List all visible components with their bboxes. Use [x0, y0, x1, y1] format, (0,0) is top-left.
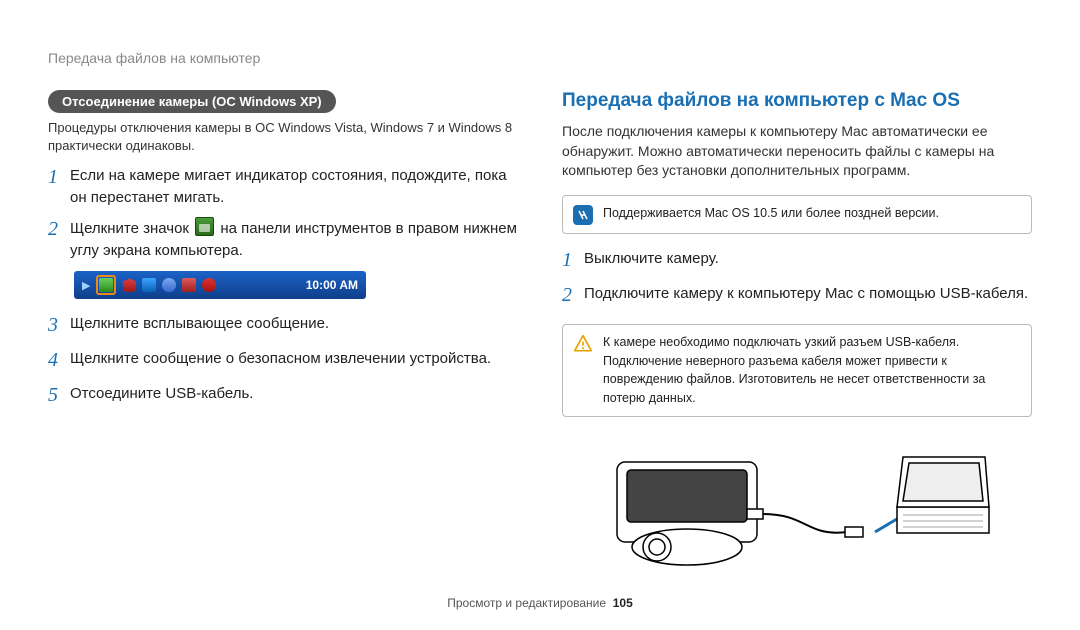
step-number: 5	[48, 381, 70, 410]
two-column-layout: Отсоединение камеры (ОС Windows XP) Проц…	[48, 90, 1032, 587]
step-text: Щелкните сообщение о безопасном извлечен…	[70, 348, 518, 370]
step-item: 4 Щелкните сообщение о безопасном извлеч…	[48, 348, 518, 375]
section-pill-windows: Отсоединение камеры (ОС Windows XP)	[48, 90, 336, 113]
tray-clock: 10:00 AM	[306, 278, 358, 292]
tray-expand-icon: ▶	[82, 279, 90, 292]
page-number: 105	[613, 596, 633, 610]
right-column: Передача файлов на компьютер с Mac OS По…	[562, 90, 1032, 587]
step-item: 1 Выключите камеру.	[562, 248, 1032, 275]
step-text: Подключите камеру к компьютеру Mac с пом…	[584, 283, 1032, 305]
info-note: Поддерживается Mac OS 10.5 или более поз…	[562, 195, 1032, 234]
step-text: Отсоедините USB-кабель.	[70, 383, 518, 405]
step-item: 5 Отсоедините USB-кабель.	[48, 383, 518, 410]
page-footer: Просмотр и редактирование 105	[0, 596, 1080, 610]
step-item: 3 Щелкните всплывающее сообщение.	[48, 313, 518, 340]
step-item: 1 Если на камере мигает индикатор состоя…	[48, 165, 518, 209]
status-tray-icon	[202, 278, 216, 292]
step-number: 2	[48, 215, 70, 244]
step-item: 2 Щелкните значок на панели инструментов…	[48, 217, 518, 262]
volume-icon	[182, 278, 196, 292]
tray-highlighted-icon	[96, 275, 116, 295]
network-icon	[162, 278, 176, 292]
step-number: 3	[48, 311, 70, 340]
usb-connection-diagram	[597, 437, 997, 587]
left-column: Отсоединение камеры (ОС Windows XP) Проц…	[48, 90, 518, 587]
mac-intro: После подключения камеры к компьютеру Ma…	[562, 122, 1032, 181]
windows-steps-cont: 3 Щелкните всплывающее сообщение. 4 Щелк…	[48, 313, 518, 410]
step-number: 4	[48, 346, 70, 375]
mac-heading: Передача файлов на компьютер с Mac OS	[562, 90, 1032, 112]
step-text: Выключите камеру.	[584, 248, 1032, 270]
windows-taskbar-tray: ▶ 10:00 AM	[74, 271, 366, 299]
warning-icon	[573, 334, 593, 354]
step-number: 1	[562, 246, 584, 275]
step-number: 1	[48, 163, 70, 192]
security-shield-icon	[122, 278, 136, 292]
step-text: Щелкните всплывающее сообщение.	[70, 313, 518, 335]
warning-note-text: К камере необходимо подключать узкий раз…	[603, 333, 1019, 408]
safely-remove-tray-icon	[99, 278, 113, 292]
windows-steps: 1 Если на камере мигает индикатор состоя…	[48, 165, 518, 261]
breadcrumb: Передача файлов на компьютер	[48, 50, 1032, 66]
warning-note: К камере необходимо подключать узкий раз…	[562, 324, 1032, 417]
step-number: 2	[562, 281, 584, 310]
footer-section: Просмотр и редактирование	[447, 596, 606, 610]
step-text: Если на камере мигает индикатор состояни…	[70, 165, 518, 209]
step-item: 2 Подключите камеру к компьютеру Mac с п…	[562, 283, 1032, 310]
safely-remove-icon	[195, 217, 214, 236]
info-note-text: Поддерживается Mac OS 10.5 или более поз…	[603, 204, 939, 223]
windows-subtext: Процедуры отключения камеры в ОС Windows…	[48, 119, 518, 155]
manual-page: Передача файлов на компьютер Отсоединени…	[0, 0, 1080, 617]
mac-steps: 1 Выключите камеру. 2 Подключите камеру …	[562, 248, 1032, 310]
display-icon	[142, 278, 156, 292]
info-icon	[573, 205, 593, 225]
step-text-part: Щелкните значок	[70, 220, 193, 237]
step-text: Щелкните значок на панели инструментов в…	[70, 217, 518, 262]
